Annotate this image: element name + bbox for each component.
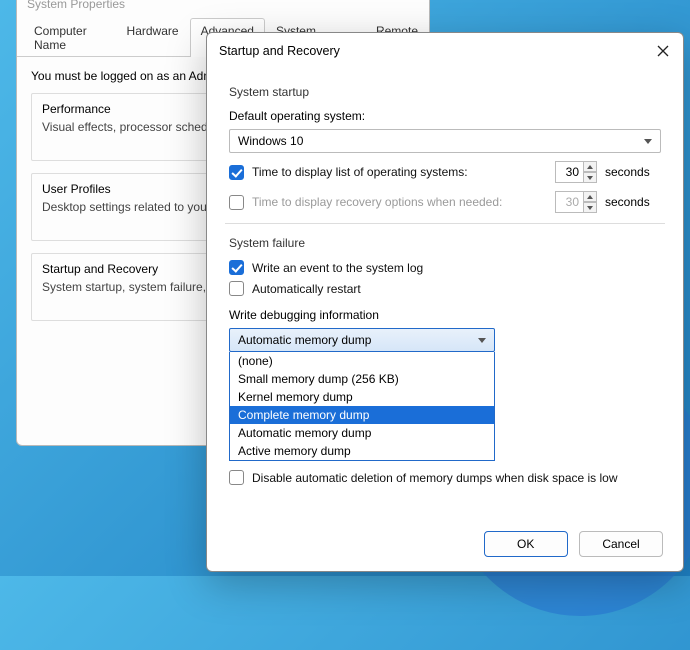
dump-dropdown-list: (none) Small memory dump (256 KB) Kernel… <box>229 352 495 461</box>
spin-up-disabled <box>583 191 597 202</box>
recovery-seconds-value: 30 <box>555 191 583 213</box>
sysprop-title: System Properties <box>17 0 429 17</box>
dump-option-automatic[interactable]: Automatic memory dump <box>230 424 494 442</box>
spin-down-disabled <box>583 202 597 213</box>
show-os-list-checkbox[interactable] <box>229 165 244 180</box>
tab-computer-name[interactable]: Computer Name <box>23 18 116 57</box>
spin-down[interactable] <box>583 172 597 183</box>
show-recovery-label: Time to display recovery options when ne… <box>252 195 547 209</box>
dump-select[interactable]: Automatic memory dump <box>229 328 495 352</box>
dump-option-small[interactable]: Small memory dump (256 KB) <box>230 370 494 388</box>
dump-option-complete[interactable]: Complete memory dump <box>230 406 494 424</box>
section-system-failure: System failure <box>229 236 661 250</box>
dialog-title: Startup and Recovery <box>219 44 340 58</box>
dialog-footer: OK Cancel <box>476 531 663 557</box>
os-list-seconds-value[interactable]: 30 <box>555 161 583 183</box>
seconds-label-2: seconds <box>605 195 661 209</box>
spin-up[interactable] <box>583 161 597 172</box>
chevron-down-icon <box>478 338 486 343</box>
dump-option-kernel[interactable]: Kernel memory dump <box>230 388 494 406</box>
show-os-list-label: Time to display list of operating system… <box>252 165 547 179</box>
seconds-label-1: seconds <box>605 165 661 179</box>
disable-delete-checkbox[interactable] <box>229 470 244 485</box>
dump-option-active[interactable]: Active memory dump <box>230 442 494 460</box>
cancel-button[interactable]: Cancel <box>579 531 663 557</box>
triangle-up-icon <box>587 165 593 169</box>
os-list-seconds-spin[interactable]: 30 <box>555 161 597 183</box>
write-event-label: Write an event to the system log <box>252 261 661 275</box>
triangle-down-icon <box>587 206 593 210</box>
close-button[interactable] <box>655 43 671 59</box>
dialog-titlebar: Startup and Recovery <box>207 33 683 69</box>
dump-selected-value: Automatic memory dump <box>238 333 371 347</box>
ok-button[interactable]: OK <box>484 531 568 557</box>
close-icon <box>657 45 669 57</box>
section-system-startup: System startup <box>229 85 661 99</box>
default-os-label: Default operating system: <box>229 109 661 123</box>
disable-delete-label: Disable automatic deletion of memory dum… <box>252 471 661 485</box>
startup-recovery-dialog: Startup and Recovery System startup Defa… <box>206 32 684 572</box>
dump-option-none[interactable]: (none) <box>230 352 494 370</box>
default-os-value: Windows 10 <box>238 134 303 148</box>
auto-restart-label: Automatically restart <box>252 282 661 296</box>
recovery-seconds-spin: 30 <box>555 191 597 213</box>
show-recovery-checkbox[interactable] <box>229 195 244 210</box>
section-divider <box>225 223 665 224</box>
chevron-down-icon <box>644 139 652 144</box>
triangle-up-icon <box>587 195 593 199</box>
triangle-down-icon <box>587 176 593 180</box>
auto-restart-checkbox[interactable] <box>229 281 244 296</box>
write-event-checkbox[interactable] <box>229 260 244 275</box>
tab-hardware[interactable]: Hardware <box>116 18 190 57</box>
default-os-select[interactable]: Windows 10 <box>229 129 661 153</box>
dump-label: Write debugging information <box>229 308 661 322</box>
